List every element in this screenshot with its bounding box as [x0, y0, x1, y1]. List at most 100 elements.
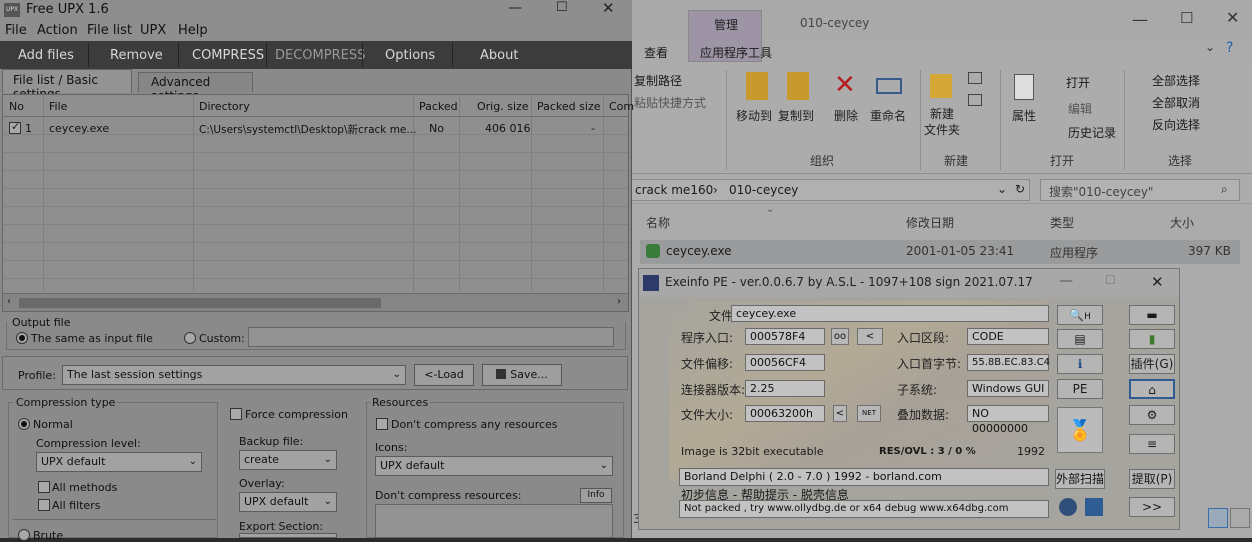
- all-filters-checkbox[interactable]: [38, 499, 50, 511]
- column-directory[interactable]: Directory: [199, 100, 250, 113]
- delete-button[interactable]: 删除: [834, 108, 858, 124]
- entry-field[interactable]: 000578F4: [745, 328, 825, 345]
- properties-button[interactable]: 属性: [1012, 108, 1036, 124]
- copy-path-button[interactable]: 复制路径: [634, 72, 682, 89]
- row-checkbox[interactable]: ✓: [9, 120, 21, 134]
- about-button[interactable]: About: [480, 48, 518, 63]
- file-row[interactable]: ceycey.exe 2001-01-05 23:41 应用程序 397 KB: [640, 240, 1240, 264]
- overlay-field[interactable]: NO 00000000: [967, 405, 1049, 435]
- minimize-button[interactable]: —: [508, 0, 522, 16]
- offset-field[interactable]: 00056CF4: [745, 354, 825, 371]
- maximize-button[interactable]: ☐: [1180, 9, 1193, 27]
- info-button[interactable]: Info: [580, 488, 612, 503]
- first-bytes-field[interactable]: 55.8B.EC.83.C4: [967, 354, 1050, 371]
- remove-button[interactable]: Remove: [110, 48, 163, 63]
- chevron-right-icon[interactable]: ›: [713, 183, 718, 197]
- refresh-icon[interactable]: ↻: [1015, 182, 1025, 196]
- size-field[interactable]: 00063200h: [745, 405, 825, 422]
- add-files-button[interactable]: Add files: [18, 48, 74, 63]
- tiles-view-icon[interactable]: [1230, 508, 1250, 528]
- invert-selection-button[interactable]: 反向选择: [1152, 116, 1200, 133]
- export-section-select[interactable]: [239, 533, 337, 538]
- force-compression-checkbox[interactable]: [230, 408, 242, 420]
- all-methods-checkbox[interactable]: [38, 481, 50, 493]
- minimize-button[interactable]: —: [1059, 273, 1073, 289]
- resources-list-input[interactable]: [375, 504, 613, 538]
- maximize-button[interactable]: ☐: [1105, 273, 1116, 287]
- entry-prev-button[interactable]: <: [857, 328, 883, 345]
- linker-field[interactable]: 2.25: [745, 380, 825, 397]
- menu-file-list[interactable]: File list: [87, 23, 132, 38]
- column-name[interactable]: 名称: [646, 214, 670, 231]
- select-all-button[interactable]: 全部选择: [1152, 72, 1200, 89]
- ep-section-field[interactable]: CODE: [967, 328, 1049, 345]
- breadcrumb-item[interactable]: crack me160: [635, 183, 713, 197]
- external-scan-button[interactable]: 外部扫描: [1055, 469, 1105, 489]
- move-to-button[interactable]: 移动到: [736, 108, 772, 124]
- open-button[interactable]: 打开: [1066, 74, 1090, 91]
- net-button[interactable]: NET: [857, 405, 881, 422]
- detection-field[interactable]: Borland Delphi ( 2.0 - 7.0 ) 1992 - borl…: [679, 468, 1049, 486]
- backup-select[interactable]: create ⌄: [239, 450, 337, 470]
- new-item-icon[interactable]: [968, 72, 982, 84]
- save-profile-button[interactable]: Save...: [482, 364, 562, 386]
- plugins-button[interactable]: 插件(G): [1129, 354, 1175, 374]
- menu-button[interactable]: ≡: [1129, 434, 1175, 454]
- column-type[interactable]: 类型: [1050, 214, 1074, 231]
- subsystem-field[interactable]: Windows GUI: [967, 380, 1049, 397]
- menu-upx[interactable]: UPX: [140, 23, 166, 38]
- tab-file-list[interactable]: File list / Basic settings: [2, 69, 132, 101]
- maximize-button[interactable]: ☐: [556, 0, 568, 15]
- dont-compress-resources-checkbox[interactable]: [376, 418, 388, 430]
- same-as-input-radio[interactable]: [16, 332, 28, 344]
- tab-app-tools[interactable]: 应用程序工具: [700, 44, 772, 61]
- paste-shortcut-button[interactable]: 粘贴快捷方式: [634, 94, 706, 111]
- select-none-button[interactable]: 全部取消: [1152, 94, 1200, 111]
- compression-level-select[interactable]: UPX default ⌄: [36, 452, 202, 472]
- size-prev-button[interactable]: <: [833, 405, 847, 422]
- column-packed[interactable]: Packed: [419, 100, 458, 113]
- column-orig-size[interactable]: Orig. size: [477, 100, 529, 113]
- column-date[interactable]: 修改日期: [906, 214, 954, 231]
- history-button[interactable]: 历史记录: [1068, 124, 1116, 141]
- overlay-select[interactable]: UPX default ⌄: [239, 492, 337, 512]
- easy-access-icon[interactable]: [968, 94, 982, 106]
- advice-field[interactable]: Not packed , try www.ollydbg.de or x64 d…: [679, 500, 1049, 518]
- decompress-button[interactable]: DECOMPRESS: [275, 48, 365, 63]
- menu-help[interactable]: Help: [178, 23, 208, 38]
- compress-button[interactable]: COMPRESS: [192, 48, 264, 63]
- column-packed-size[interactable]: Packed size: [537, 100, 600, 113]
- edit-button[interactable]: 编辑: [1068, 100, 1092, 117]
- normal-radio[interactable]: [18, 418, 30, 430]
- details-view-icon[interactable]: [1208, 508, 1228, 528]
- globe-icon[interactable]: [1059, 498, 1077, 516]
- breadcrumb[interactable]: crack me160 › 010-ceycey ⌄ ↻: [630, 179, 1030, 201]
- column-no[interactable]: No: [9, 100, 24, 113]
- sections-button[interactable]: ▤: [1057, 329, 1103, 349]
- tab-view[interactable]: 查看: [644, 44, 668, 61]
- help-icon[interactable]: ?: [1226, 40, 1233, 56]
- profile-select[interactable]: The last session settings ⌄: [62, 365, 406, 385]
- menu-file[interactable]: File: [5, 23, 27, 38]
- scroll-left-icon[interactable]: ‹: [7, 296, 11, 307]
- icons-select[interactable]: UPX default ⌄: [375, 456, 613, 476]
- refresh-icon[interactable]: [1085, 498, 1103, 516]
- tab-advanced[interactable]: Advanced settings: [138, 72, 253, 103]
- brute-radio[interactable]: [18, 529, 30, 541]
- rename-button[interactable]: 重命名: [870, 108, 906, 124]
- column-comment[interactable]: Com: [609, 100, 634, 113]
- horizontal-scrollbar[interactable]: ‹ ›: [3, 293, 628, 311]
- file-field[interactable]: ceycey.exe: [731, 305, 1049, 322]
- open-folder-button[interactable]: ▬: [1129, 305, 1175, 325]
- new-folder-button[interactable]: 新建 文件夹: [924, 106, 960, 138]
- stats-button[interactable]: ▮: [1129, 329, 1175, 349]
- scroll-thumb[interactable]: [19, 298, 381, 308]
- settings-button[interactable]: ⚙: [1129, 405, 1175, 425]
- scroll-right-icon[interactable]: ›: [617, 296, 621, 307]
- copy-to-button[interactable]: 复制到: [778, 108, 814, 124]
- chevron-down-icon[interactable]: ⌄: [1205, 40, 1215, 54]
- close-button[interactable]: ✕: [602, 0, 615, 17]
- close-button[interactable]: ✕: [1226, 8, 1239, 27]
- load-profile-button[interactable]: <-Load: [414, 364, 474, 386]
- next-button[interactable]: >>: [1129, 497, 1175, 517]
